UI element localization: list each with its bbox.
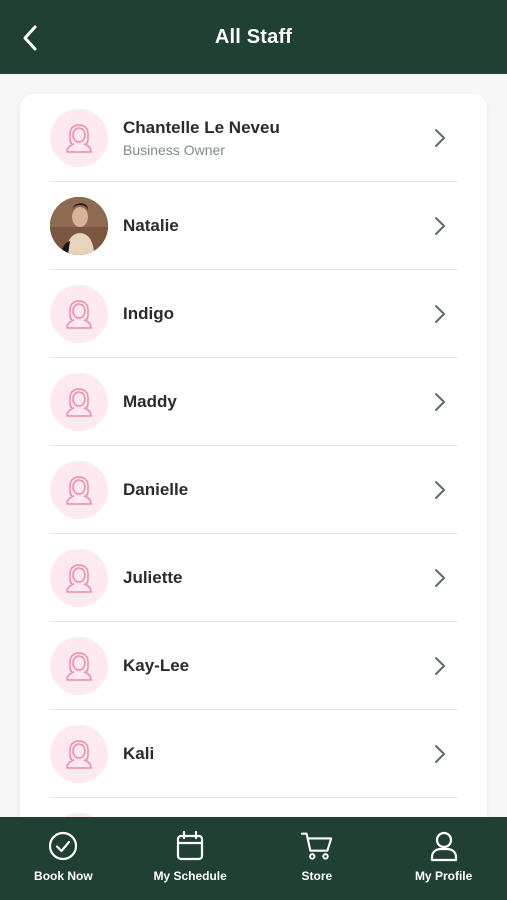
staff-name: Kay-Lee <box>123 655 190 675</box>
avatar <box>50 108 108 167</box>
person-placeholder-icon <box>66 123 92 153</box>
tab-my-profile[interactable]: My Profile <box>380 817 507 900</box>
person-placeholder-icon <box>66 563 92 593</box>
calendar-icon <box>173 829 207 863</box>
person-placeholder-icon <box>66 387 92 417</box>
tab-label: My Schedule <box>153 869 227 883</box>
person-placeholder-icon <box>66 739 92 769</box>
staff-row-partial[interactable] <box>50 798 458 817</box>
cart-icon <box>300 829 334 863</box>
avatar-photo <box>50 196 108 255</box>
staff-name: Kali <box>123 743 155 763</box>
staff-list-area[interactable]: Chantelle Le Neveu Business Owner Natali… <box>0 74 507 817</box>
avatar <box>50 460 108 519</box>
staff-row-kay-lee[interactable]: Kay-Lee <box>50 622 458 710</box>
app-header: All Staff <box>0 0 507 74</box>
staff-row-maddy[interactable]: Maddy <box>50 358 458 446</box>
tab-label: Book Now <box>34 869 93 883</box>
chevron-right-icon <box>428 126 452 150</box>
chevron-right-icon <box>428 302 452 326</box>
staff-name: Maddy <box>123 391 177 411</box>
staff-name: Chantelle Le Neveu <box>123 117 280 137</box>
check-circle-icon <box>46 829 80 863</box>
user-icon <box>427 829 461 863</box>
profile-photo <box>50 196 108 255</box>
staff-name: Natalie <box>123 215 179 235</box>
chevron-left-icon <box>23 25 37 51</box>
staff-name: Juliette <box>123 567 183 587</box>
chevron-right-icon <box>428 566 452 590</box>
staff-role: Business Owner <box>123 141 225 158</box>
staff-name: Danielle <box>123 479 189 499</box>
tab-label: My Profile <box>414 869 473 883</box>
tab-book-now[interactable]: Book Now <box>0 817 127 900</box>
tab-label: Store <box>301 869 333 883</box>
chevron-right-icon <box>428 390 452 414</box>
chevron-right-icon <box>428 478 452 502</box>
tab-store[interactable]: Store <box>254 817 381 900</box>
chevron-right-icon <box>428 214 452 238</box>
staff-row-kali[interactable]: Kali <box>50 710 458 798</box>
page-title: All Staff <box>214 25 293 48</box>
staff-row-natalie[interactable]: Natalie <box>50 182 458 270</box>
chevron-right-icon <box>428 654 452 678</box>
staff-row-juliette[interactable]: Juliette <box>50 534 458 622</box>
avatar <box>50 724 108 783</box>
avatar <box>50 636 108 695</box>
staff-row-indigo[interactable]: Indigo <box>50 270 458 358</box>
bottom-tab-bar: Book Now My Schedule Store My Profile <box>0 817 507 900</box>
avatar <box>50 548 108 607</box>
chevron-right-icon <box>428 742 452 766</box>
person-placeholder-icon <box>66 299 92 329</box>
tab-my-schedule[interactable]: My Schedule <box>127 817 254 900</box>
staff-row-danielle[interactable]: Danielle <box>50 446 458 534</box>
staff-row-chantelle[interactable]: Chantelle Le Neveu Business Owner <box>50 94 458 182</box>
avatar <box>50 372 108 431</box>
staff-card: Chantelle Le Neveu Business Owner Natali… <box>20 94 487 817</box>
staff-name: Indigo <box>123 303 174 323</box>
person-placeholder-icon <box>66 651 92 681</box>
person-placeholder-icon <box>66 475 92 505</box>
back-button[interactable] <box>14 20 46 56</box>
avatar <box>50 284 108 343</box>
